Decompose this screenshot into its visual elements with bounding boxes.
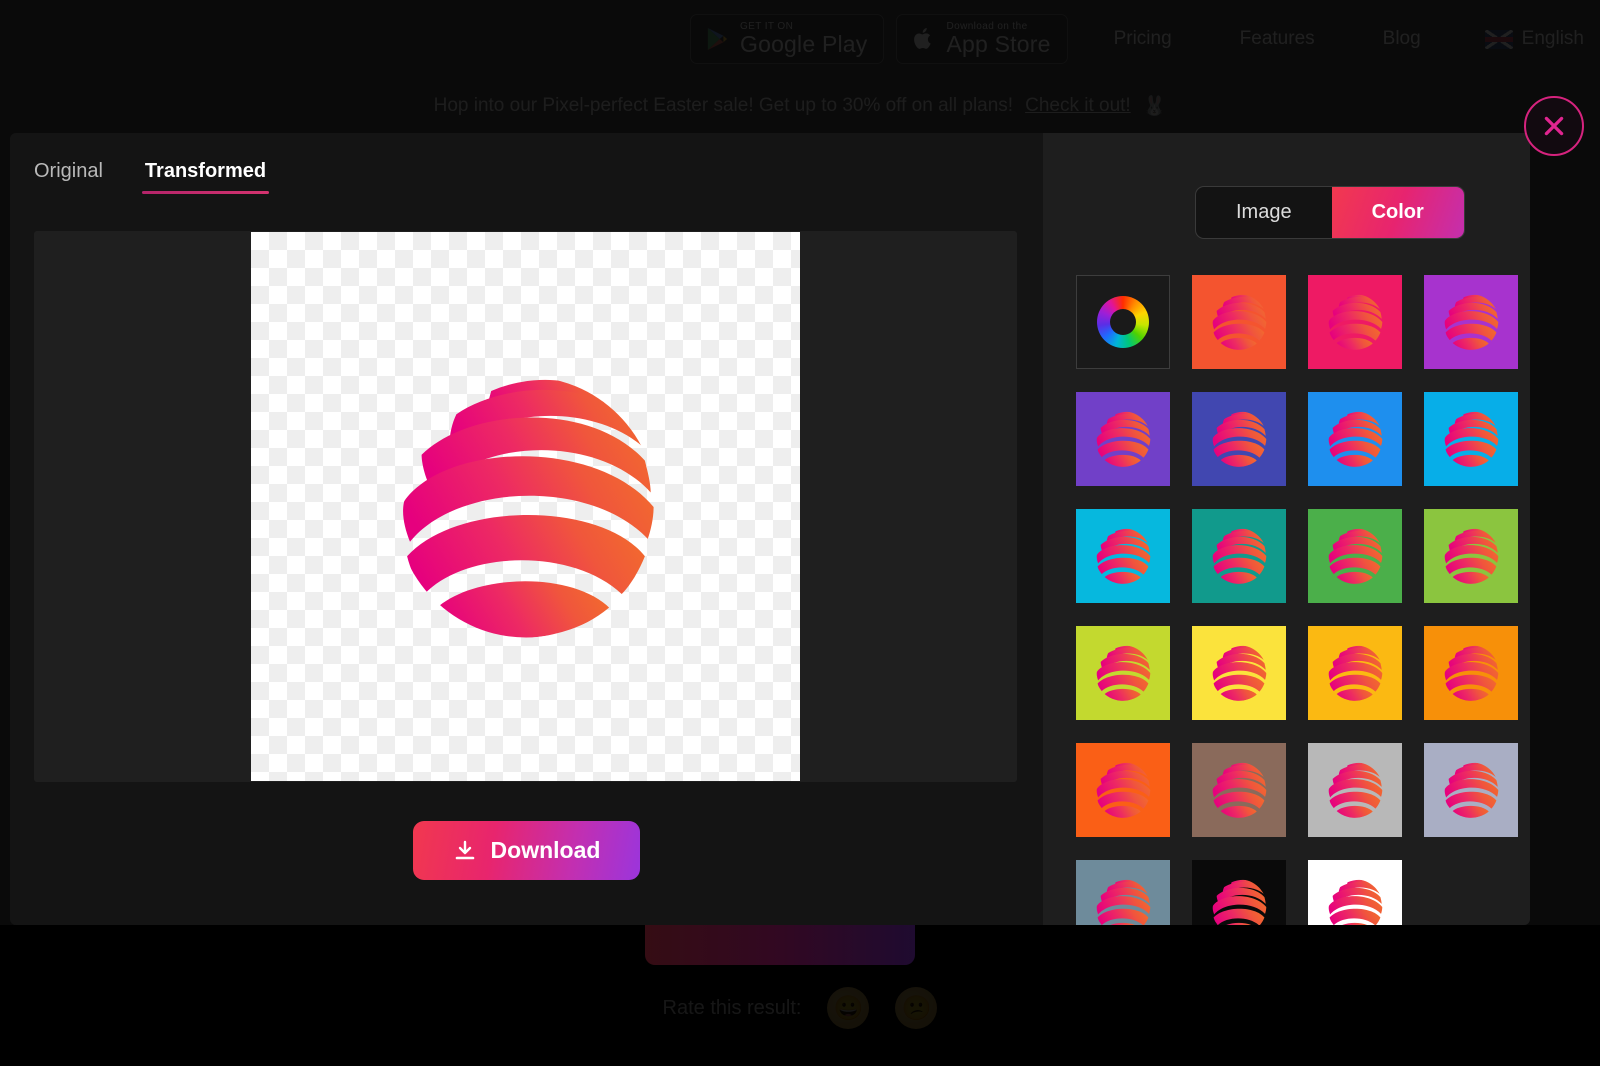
language-selector[interactable]: English (1484, 28, 1584, 50)
options-clip: Image Color (1043, 133, 1530, 925)
swatch-pink[interactable] (1308, 275, 1402, 369)
app-store-badge[interactable]: Download on the App Store (896, 13, 1068, 65)
close-modal-button[interactable] (1524, 96, 1584, 156)
swatch-black[interactable] (1192, 860, 1286, 925)
nav-item-features[interactable]: Features (1240, 28, 1315, 50)
background-gradient-bar (645, 925, 915, 965)
apple-icon (910, 24, 936, 54)
tab-color[interactable]: Color (1331, 187, 1464, 238)
swatch-brown[interactable] (1192, 743, 1286, 837)
download-button[interactable]: Download (412, 821, 641, 880)
swatch-globe-icon (1328, 411, 1383, 467)
swatch-globe-icon (1212, 294, 1267, 350)
swatch-purple[interactable] (1076, 392, 1170, 486)
result-modal: Original Transformed Download Image Colo… (10, 133, 1530, 925)
swatch-green[interactable] (1308, 509, 1402, 603)
swatch-cyan[interactable] (1076, 509, 1170, 603)
google-play-badge[interactable]: GET IT ON Google Play (689, 13, 885, 65)
swatch-indigo[interactable] (1192, 392, 1286, 486)
modal-preview-panel: Original Transformed Download (10, 133, 1043, 925)
nav-item-pricing[interactable]: Pricing (1114, 28, 1172, 50)
custom-color-wheel[interactable] (1076, 275, 1170, 369)
background-type-toggle: Image Color (1195, 186, 1465, 239)
swatch-globe-icon (1328, 294, 1383, 350)
swatch-amber[interactable] (1308, 626, 1402, 720)
swatch-bright-orange[interactable] (1076, 743, 1170, 837)
swatch-teal[interactable] (1192, 509, 1286, 603)
swatch-globe-icon (1444, 294, 1499, 350)
color-wheel-icon (1097, 296, 1149, 348)
swatch-globe-icon (1444, 762, 1499, 818)
app-store-label: App Store (946, 31, 1051, 58)
download-icon (453, 839, 477, 863)
swatch-globe-icon (1096, 879, 1151, 925)
language-label: English (1521, 28, 1584, 49)
google-play-icon (704, 24, 730, 54)
swatch-globe-icon (1328, 762, 1383, 818)
rate-negative-button[interactable]: 😕 (895, 987, 938, 1029)
swatch-globe-icon (1096, 762, 1151, 818)
rate-positive-button[interactable]: 😀 (827, 987, 870, 1029)
promo-text: Hop into our Pixel-perfect Easter sale! … (433, 95, 1014, 116)
swatch-orange-red[interactable] (1192, 275, 1286, 369)
preview-tabs: Original Transformed (10, 133, 1043, 194)
swatch-globe-icon (1328, 645, 1383, 701)
swatch-globe-icon (1212, 762, 1267, 818)
modal-options-panel: Image Color (1043, 133, 1530, 925)
swatch-globe-icon (1444, 411, 1499, 467)
swatch-yellow-green[interactable] (1424, 509, 1518, 603)
swatch-globe-icon (1096, 645, 1151, 701)
image-preview-area (34, 231, 1017, 782)
swatch-orange[interactable] (1424, 626, 1518, 720)
app-root: GET IT ON Google Play Download on the Ap… (0, 0, 1600, 1066)
download-button-row: Download (10, 821, 1043, 880)
swatch-globe-icon (1096, 528, 1151, 584)
swatch-globe-icon (1328, 528, 1383, 584)
rate-result-row: Rate this result: 😀 😕 (0, 987, 1600, 1029)
swatch-globe-icon (1212, 411, 1267, 467)
tab-original[interactable]: Original (34, 160, 103, 194)
swatch-light-blue[interactable] (1424, 392, 1518, 486)
site-header: GET IT ON Google Play Download on the Ap… (0, 0, 1600, 78)
swatch-light-gray[interactable] (1308, 743, 1402, 837)
rabbit-emoji-icon: 🐰 (1142, 96, 1167, 117)
swatch-globe-icon (1444, 528, 1499, 584)
swatch-globe-icon (1444, 645, 1499, 701)
striped-globe-logo (402, 379, 654, 637)
swatch-slate[interactable] (1076, 860, 1170, 925)
google-play-label: Google Play (739, 31, 868, 58)
promo-link[interactable]: Check it out! (1025, 95, 1131, 117)
tab-transformed[interactable]: Transformed (141, 160, 270, 194)
transparency-checkerboard (251, 232, 800, 781)
swatch-white[interactable] (1308, 860, 1402, 925)
swatch-globe-icon (1096, 411, 1151, 467)
swatch-globe-icon (1212, 528, 1267, 584)
close-icon (1544, 116, 1564, 136)
swatch-purple-magenta[interactable] (1424, 275, 1518, 369)
tab-image[interactable]: Image (1196, 187, 1332, 238)
download-button-label: Download (490, 837, 601, 863)
rate-result-label: Rate this result: (662, 996, 802, 1019)
swatch-globe-icon (1212, 645, 1267, 701)
nav-item-blog[interactable]: Blog (1383, 28, 1421, 50)
promo-banner: Hop into our Pixel-perfect Easter sale! … (0, 78, 1600, 134)
swatch-blue-gray[interactable] (1424, 743, 1518, 837)
color-swatch-grid (1076, 275, 1530, 925)
swatch-globe-icon (1212, 879, 1267, 925)
swatch-blue[interactable] (1308, 392, 1402, 486)
swatch-yellow[interactable] (1192, 626, 1286, 720)
swatch-globe-icon (1328, 879, 1383, 925)
uk-flag-icon (1484, 29, 1513, 49)
page-lower-section: Rate this result: 😀 😕 (0, 925, 1600, 1066)
swatch-lime[interactable] (1076, 626, 1170, 720)
